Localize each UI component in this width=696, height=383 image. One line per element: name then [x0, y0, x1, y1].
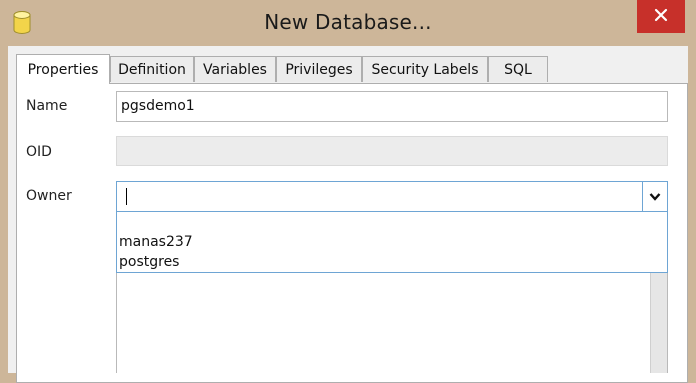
- tab-definition[interactable]: Definition: [110, 56, 194, 82]
- owner-option-postgres[interactable]: postgres: [119, 254, 179, 270]
- owner-combobox[interactable]: [116, 181, 668, 212]
- tab-label: Security Labels: [371, 61, 479, 78]
- owner-dropdown-list[interactable]: manas237 postgres: [116, 211, 668, 273]
- tab-label: Definition: [118, 61, 186, 78]
- tab-security-labels[interactable]: Security Labels: [362, 56, 488, 82]
- listbox[interactable]: [116, 260, 668, 373]
- oid-label: OID: [26, 144, 52, 160]
- chevron-down-icon: [649, 187, 661, 206]
- tab-variables[interactable]: Variables: [194, 56, 276, 82]
- window-title: New Database...: [264, 10, 432, 34]
- window-frame-right: [688, 46, 696, 373]
- tab-properties[interactable]: Properties: [16, 54, 110, 84]
- tab-label: SQL: [504, 61, 532, 78]
- title-bar: New Database...: [0, 0, 696, 46]
- oid-field: [116, 136, 668, 166]
- close-icon: [654, 7, 668, 26]
- name-value: pgsdemo1: [121, 98, 195, 114]
- name-label: Name: [26, 98, 68, 114]
- tab-label: Privileges: [285, 61, 353, 78]
- owner-label: Owner: [26, 188, 72, 204]
- tab-label: Properties: [27, 61, 99, 78]
- text-caret: [126, 188, 127, 205]
- name-field[interactable]: pgsdemo1: [116, 91, 668, 122]
- tab-privileges[interactable]: Privileges: [276, 56, 362, 82]
- tab-label: Variables: [203, 61, 267, 78]
- close-button[interactable]: [637, 0, 685, 33]
- owner-dropdown-button[interactable]: [642, 182, 667, 211]
- window-frame-left: [0, 46, 8, 373]
- tab-sql[interactable]: SQL: [488, 56, 548, 82]
- listbox-scrollbar[interactable]: [650, 260, 667, 373]
- owner-option-manas237[interactable]: manas237: [119, 234, 193, 250]
